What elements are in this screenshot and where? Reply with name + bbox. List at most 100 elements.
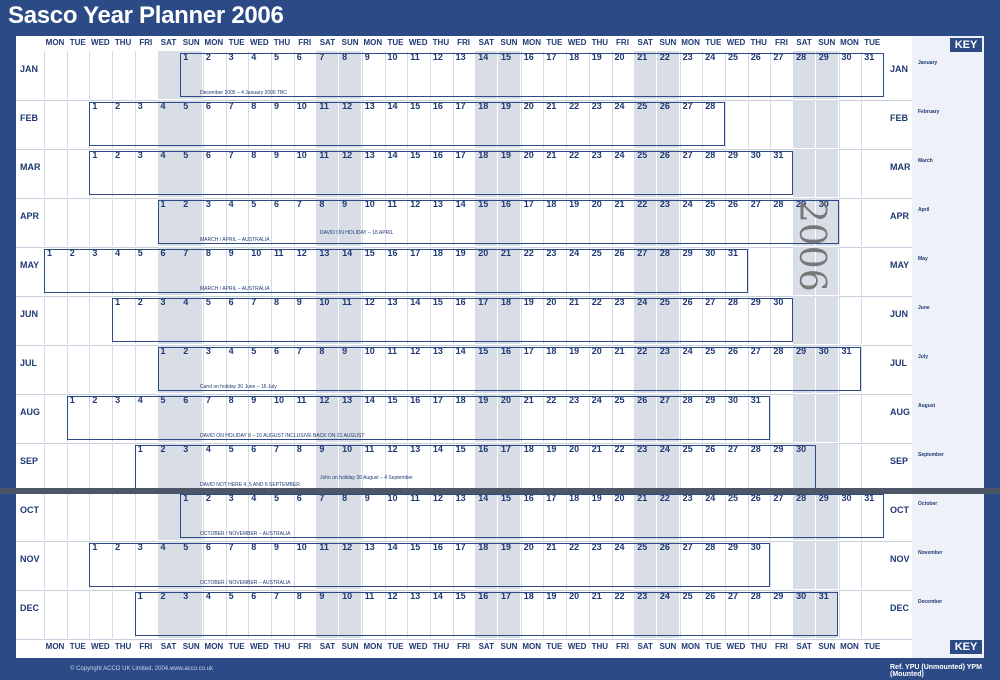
day-cell[interactable]: 22 bbox=[611, 590, 634, 638]
day-cell[interactable] bbox=[793, 296, 816, 344]
day-cell[interactable]: 24 bbox=[611, 149, 634, 197]
day-cell[interactable]: 3 bbox=[180, 443, 203, 491]
day-cell[interactable]: 24 bbox=[611, 100, 634, 148]
day-cell[interactable]: 24 bbox=[702, 51, 724, 99]
day-cell[interactable]: 23 bbox=[566, 394, 588, 442]
day-cell[interactable] bbox=[838, 541, 861, 589]
day-cell[interactable]: 5 bbox=[180, 541, 203, 589]
day-cell[interactable]: 27 bbox=[725, 443, 747, 491]
day-cell[interactable] bbox=[838, 590, 861, 638]
day-cell[interactable]: 26 bbox=[747, 51, 770, 99]
day-cell[interactable] bbox=[44, 296, 66, 344]
day-cell[interactable] bbox=[134, 492, 157, 540]
day-cell[interactable]: 21 bbox=[520, 394, 543, 442]
day-cell[interactable]: 25 bbox=[702, 198, 724, 246]
day-cell[interactable]: 23 bbox=[656, 345, 679, 393]
day-cell[interactable]: 7 bbox=[180, 247, 203, 295]
day-cell[interactable]: 9 bbox=[293, 296, 316, 344]
day-cell[interactable]: 30 bbox=[770, 296, 792, 344]
day-cell[interactable] bbox=[725, 100, 747, 148]
day-cell[interactable]: 28 bbox=[793, 492, 816, 540]
day-cell[interactable]: 27 bbox=[747, 345, 770, 393]
day-cell[interactable]: 15 bbox=[475, 345, 498, 393]
day-cell[interactable]: 27 bbox=[656, 394, 679, 442]
day-cell[interactable]: 3 bbox=[134, 149, 157, 197]
day-cell[interactable] bbox=[112, 443, 134, 491]
day-cell[interactable] bbox=[112, 198, 134, 246]
day-cell[interactable] bbox=[66, 590, 89, 638]
day-cell[interactable] bbox=[112, 51, 134, 99]
day-cell[interactable]: 13 bbox=[429, 198, 452, 246]
day-cell[interactable]: 30 bbox=[793, 590, 816, 638]
day-cell[interactable]: 6 bbox=[180, 394, 203, 442]
day-cell[interactable]: 12 bbox=[339, 541, 362, 589]
day-cell[interactable]: 22 bbox=[634, 345, 657, 393]
day-cell[interactable]: 27 bbox=[747, 198, 770, 246]
day-cell[interactable]: 18 bbox=[475, 149, 498, 197]
day-cell[interactable] bbox=[861, 394, 883, 442]
day-cell[interactable]: 28 bbox=[770, 345, 792, 393]
day-cell[interactable]: 1 bbox=[89, 541, 111, 589]
day-cell[interactable]: 19 bbox=[566, 198, 588, 246]
day-cell[interactable] bbox=[89, 590, 111, 638]
day-cell[interactable]: 19 bbox=[543, 590, 565, 638]
day-cell[interactable]: 11 bbox=[384, 198, 407, 246]
day-cell[interactable]: 6 bbox=[271, 198, 293, 246]
day-cell[interactable]: 20 bbox=[498, 394, 520, 442]
day-cell[interactable]: 1 bbox=[112, 296, 134, 344]
day-cell[interactable]: 25 bbox=[634, 541, 657, 589]
day-cell[interactable]: 13 bbox=[361, 100, 384, 148]
day-cell[interactable]: 14 bbox=[361, 394, 384, 442]
day-cell[interactable]: 12 bbox=[429, 492, 452, 540]
day-cell[interactable]: 14 bbox=[452, 345, 475, 393]
day-cell[interactable]: 17 bbox=[543, 51, 565, 99]
day-cell[interactable]: 28 bbox=[702, 100, 724, 148]
day-cell[interactable] bbox=[861, 590, 883, 638]
day-cell[interactable] bbox=[815, 149, 838, 197]
day-cell[interactable]: 25 bbox=[725, 51, 747, 99]
day-cell[interactable]: 10 bbox=[384, 492, 407, 540]
day-cell[interactable]: 2 bbox=[112, 149, 134, 197]
day-cell[interactable] bbox=[44, 198, 66, 246]
day-cell[interactable]: 11 bbox=[361, 590, 384, 638]
day-cell[interactable]: 16 bbox=[429, 541, 452, 589]
day-cell[interactable]: 28 bbox=[702, 541, 724, 589]
day-cell[interactable]: 19 bbox=[498, 149, 520, 197]
day-cell[interactable]: 11 bbox=[384, 345, 407, 393]
day-cell[interactable] bbox=[157, 492, 180, 540]
day-cell[interactable]: 29 bbox=[725, 541, 747, 589]
day-cell[interactable]: 27 bbox=[702, 296, 724, 344]
day-cell[interactable]: 24 bbox=[679, 198, 702, 246]
day-cell[interactable]: 29 bbox=[770, 590, 792, 638]
day-cell[interactable]: 19 bbox=[588, 51, 611, 99]
day-cell[interactable]: 7 bbox=[225, 100, 248, 148]
day-cell[interactable] bbox=[89, 51, 111, 99]
day-cell[interactable]: 22 bbox=[634, 198, 657, 246]
day-cell[interactable]: 17 bbox=[543, 492, 565, 540]
day-cell[interactable] bbox=[44, 492, 66, 540]
day-cell[interactable]: 12 bbox=[293, 247, 316, 295]
day-cell[interactable]: 23 bbox=[611, 296, 634, 344]
day-cell[interactable]: 2 bbox=[134, 296, 157, 344]
day-cell[interactable]: 31 bbox=[770, 149, 792, 197]
day-cell[interactable]: 30 bbox=[725, 394, 747, 442]
day-cell[interactable]: 16 bbox=[520, 51, 543, 99]
day-cell[interactable]: 18 bbox=[475, 541, 498, 589]
day-cell[interactable]: 3 bbox=[134, 541, 157, 589]
day-cell[interactable]: 12 bbox=[361, 296, 384, 344]
day-cell[interactable]: 5 bbox=[180, 100, 203, 148]
day-cell[interactable]: 1 bbox=[134, 443, 157, 491]
day-cell[interactable]: 15 bbox=[361, 247, 384, 295]
day-cell[interactable] bbox=[861, 345, 883, 393]
day-cell[interactable]: 20 bbox=[566, 590, 588, 638]
day-cell[interactable]: 14 bbox=[429, 590, 452, 638]
day-cell[interactable]: 20 bbox=[520, 541, 543, 589]
day-cell[interactable]: 10 bbox=[293, 541, 316, 589]
day-cell[interactable]: 21 bbox=[543, 100, 565, 148]
day-cell[interactable]: 26 bbox=[725, 345, 747, 393]
day-cell[interactable] bbox=[861, 100, 883, 148]
day-cell[interactable]: 28 bbox=[679, 394, 702, 442]
day-cell[interactable]: 24 bbox=[679, 345, 702, 393]
day-cell[interactable]: 9 bbox=[339, 198, 362, 246]
day-cell[interactable]: 14 bbox=[384, 100, 407, 148]
